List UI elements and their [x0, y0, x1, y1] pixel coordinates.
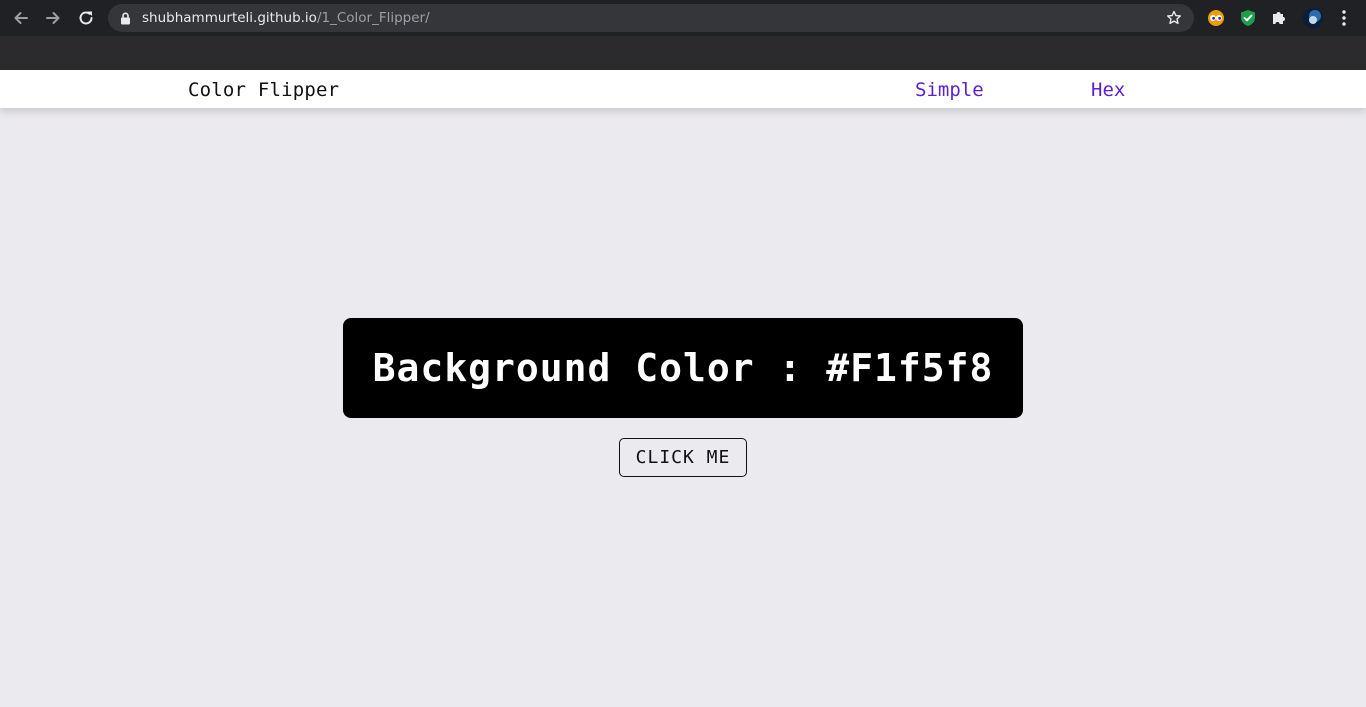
nav-link-hex[interactable]: Hex — [1091, 79, 1125, 101]
eyes-extension-icon — [1208, 10, 1224, 26]
arrow-right-icon — [46, 12, 60, 24]
color-display: Background Color : #F1f5f8 — [343, 318, 1023, 418]
browser-menu-button[interactable] — [1333, 7, 1355, 29]
background-color-label: Background Color : #F1f5f8 — [372, 346, 994, 390]
nav-link-simple[interactable]: Simple — [915, 79, 984, 101]
avatar-icon — [1302, 7, 1324, 29]
shield-check-icon — [1241, 10, 1255, 26]
back-button[interactable] — [11, 8, 31, 28]
browser-bookmarks-area — [0, 36, 1366, 70]
eyes-extension-button[interactable] — [1205, 7, 1227, 29]
shield-extension-button[interactable] — [1237, 7, 1259, 29]
address-bar[interactable]: shubhammurteli.github.io/1_Color_Flipper… — [108, 4, 1194, 32]
puzzle-icon — [1273, 12, 1285, 24]
reload-icon — [79, 11, 93, 25]
forward-button[interactable] — [43, 8, 63, 28]
brand-title: Color Flipper — [188, 79, 340, 101]
site-navbar: Color Flipper Simple Hex — [0, 70, 1366, 108]
browser-toolbar: shubhammurteli.github.io/1_Color_Flipper… — [0, 0, 1366, 70]
profile-button[interactable] — [1301, 6, 1325, 30]
url-host: shubhammurteli.github.io — [142, 10, 317, 26]
arrow-left-icon — [14, 12, 28, 24]
url-text: shubhammurteli.github.io/1_Color_Flipper… — [142, 10, 430, 26]
reload-button[interactable] — [76, 8, 96, 28]
star-icon[interactable] — [1166, 10, 1182, 26]
url-path: /1_Color_Flipper/ — [316, 10, 430, 26]
click-me-button[interactable]: CLICK ME — [619, 438, 747, 477]
extensions-button[interactable] — [1268, 7, 1290, 29]
kebab-menu-icon — [1342, 10, 1346, 26]
lock-icon — [121, 12, 130, 25]
